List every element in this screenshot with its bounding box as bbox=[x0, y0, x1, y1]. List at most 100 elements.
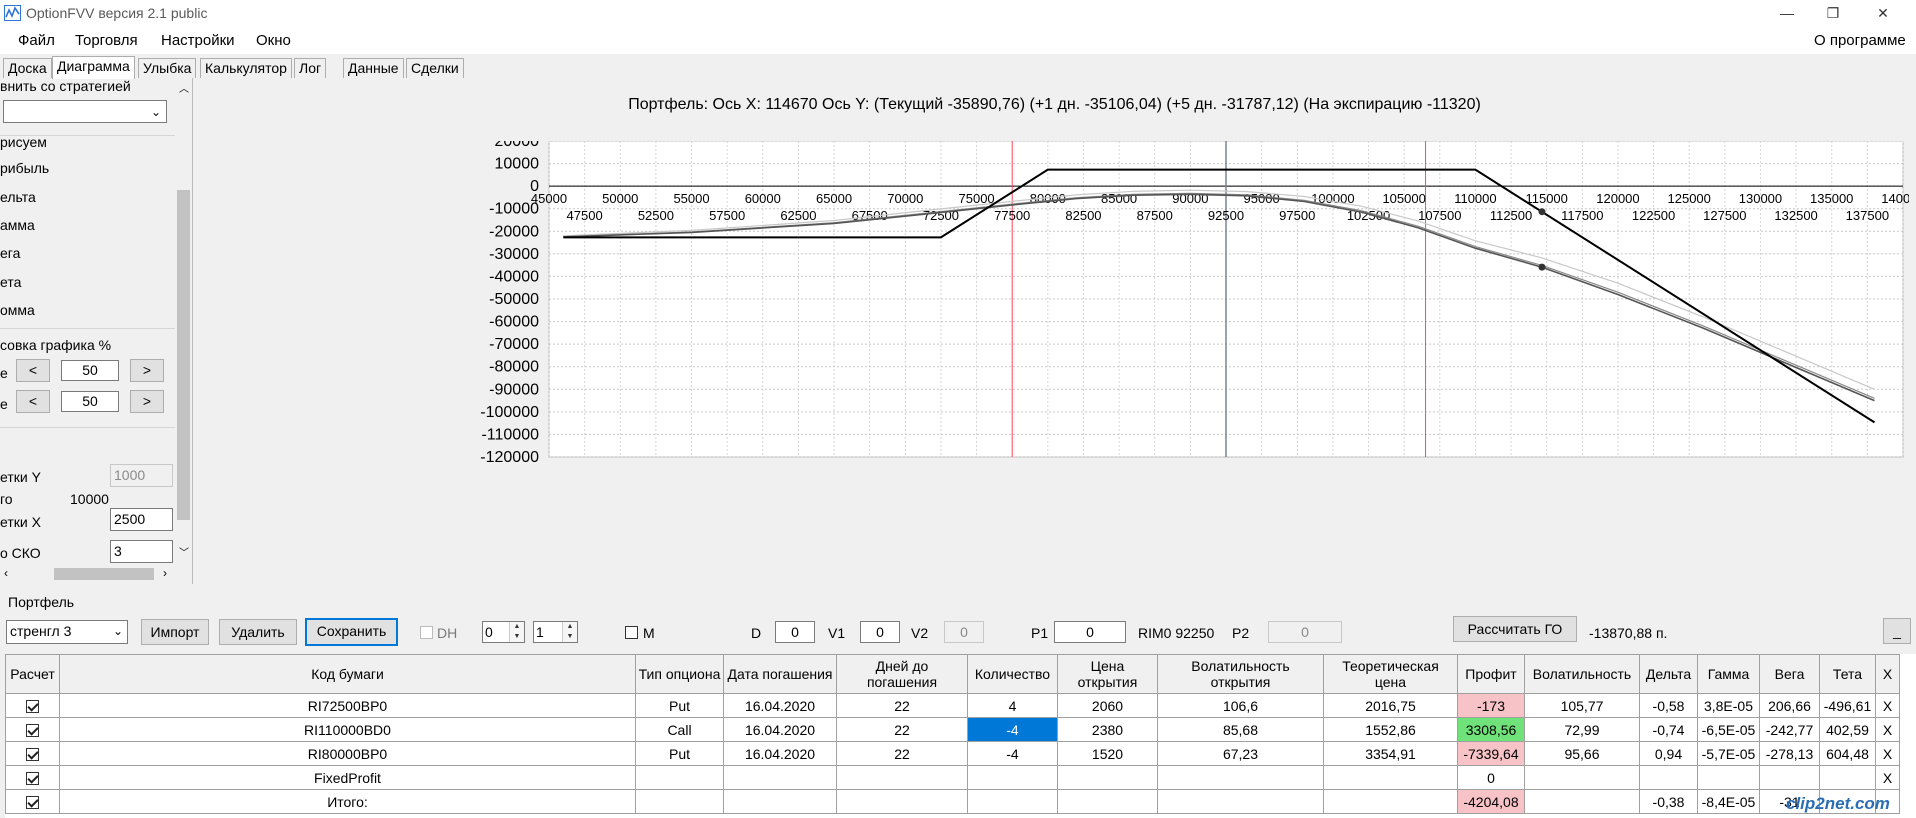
close-button[interactable]: ✕ bbox=[1860, 0, 1906, 27]
delta-cell[interactable]: 0,94 bbox=[1639, 741, 1698, 766]
vol-cell[interactable] bbox=[1524, 789, 1640, 814]
calculate-go-button[interactable]: Рассчитать ГО bbox=[1453, 616, 1577, 642]
remove-row-button[interactable]: X bbox=[1875, 693, 1900, 718]
tab-smile[interactable]: Улыбка bbox=[138, 58, 197, 78]
spin1-input[interactable]: 0 ▲ ▼ bbox=[482, 621, 525, 643]
calc-checkbox[interactable] bbox=[26, 724, 39, 738]
col-header-price[interactable]: Цена открытия bbox=[1057, 654, 1158, 694]
vol-open-cell[interactable]: 106,6 bbox=[1157, 693, 1324, 718]
theor-cell[interactable]: 1552,86 bbox=[1323, 717, 1458, 742]
col-header-qty[interactable]: Количество bbox=[967, 654, 1058, 694]
col-header-vol-open[interactable]: Волатильность открытия bbox=[1157, 654, 1324, 694]
scale-y-decrease-button[interactable]: < bbox=[16, 390, 50, 413]
delta-cell[interactable]: -0,58 bbox=[1639, 693, 1698, 718]
col-header-type[interactable]: Тип опциона bbox=[635, 654, 724, 694]
theor-cell[interactable]: 3354,91 bbox=[1323, 741, 1458, 766]
vol-cell[interactable]: 72,99 bbox=[1524, 717, 1640, 742]
scale-y-increase-button[interactable]: > bbox=[130, 390, 164, 413]
draw-vega[interactable]: ега bbox=[0, 245, 20, 261]
dh-checkbox[interactable] bbox=[420, 626, 433, 639]
qty-cell[interactable]: 4 bbox=[967, 693, 1058, 718]
col-header-theor[interactable]: Теоретическая цена bbox=[1323, 654, 1458, 694]
col-header-delta[interactable]: Дельта bbox=[1639, 654, 1698, 694]
scroll-up-icon[interactable]: ︿ bbox=[179, 80, 189, 95]
left-panel-horizontal-scrollbar[interactable]: ‹ › bbox=[0, 565, 192, 583]
code-cell[interactable]: RI72500BP0 bbox=[59, 693, 636, 718]
profit-cell[interactable]: -7339,64 bbox=[1457, 741, 1525, 766]
col-header-vol[interactable]: Волатильность bbox=[1524, 654, 1640, 694]
vol-open-cell[interactable] bbox=[1157, 765, 1324, 790]
profit-cell[interactable]: -173 bbox=[1457, 693, 1525, 718]
qty-cell[interactable] bbox=[967, 765, 1058, 790]
delta-cell[interactable]: -0,38 bbox=[1639, 789, 1698, 814]
theta-cell[interactable] bbox=[1819, 765, 1876, 790]
calc-cell[interactable] bbox=[5, 693, 60, 718]
calc-checkbox[interactable] bbox=[26, 772, 39, 786]
payoff-chart[interactable]: 20000100000-10000-20000-30000-40000-5000… bbox=[359, 141, 1909, 571]
m-checkbox[interactable] bbox=[625, 626, 638, 639]
col-header-theta[interactable]: Тета bbox=[1819, 654, 1876, 694]
profit-cell[interactable]: -4204,08 bbox=[1457, 789, 1525, 814]
spin2-input[interactable]: 1 ▲ ▼ bbox=[533, 621, 578, 643]
import-button[interactable]: Импорт bbox=[141, 619, 209, 645]
v1-input[interactable]: 0 bbox=[860, 621, 900, 643]
scroll-thumb[interactable] bbox=[54, 568, 154, 580]
days-cell[interactable]: 22 bbox=[836, 693, 968, 718]
grid-x-input[interactable]: 2500 bbox=[110, 508, 173, 531]
d-input[interactable]: 0 bbox=[775, 621, 815, 643]
vol-open-cell[interactable] bbox=[1157, 789, 1324, 814]
col-header-gamma[interactable]: Гамма bbox=[1697, 654, 1760, 694]
table-row[interactable]: RI72500BP0 Put 16.04.2020 22 4 2060 106,… bbox=[5, 693, 1900, 718]
col-header-calc[interactable]: Расчет bbox=[5, 654, 60, 694]
price-cell[interactable] bbox=[1057, 789, 1158, 814]
vega-cell[interactable]: -278,13 bbox=[1759, 741, 1820, 766]
menu-trading[interactable]: Торговля bbox=[75, 32, 138, 49]
left-panel-vertical-scrollbar[interactable]: ︿ ﹀ bbox=[175, 78, 192, 568]
col-header-vega[interactable]: Вега bbox=[1759, 654, 1820, 694]
draw-profit[interactable]: рибыль bbox=[0, 160, 49, 176]
date-cell[interactable]: 16.04.2020 bbox=[723, 741, 837, 766]
date-cell[interactable] bbox=[723, 765, 837, 790]
calc-cell[interactable] bbox=[5, 741, 60, 766]
draw-gamma[interactable]: амма bbox=[0, 217, 35, 233]
scroll-right-icon[interactable]: › bbox=[163, 566, 167, 580]
tab-log[interactable]: Лог bbox=[294, 58, 327, 78]
vol-open-cell[interactable]: 85,68 bbox=[1157, 717, 1324, 742]
table-row[interactable]: FixedProfit 0 X bbox=[5, 765, 1900, 790]
theor-cell[interactable] bbox=[1323, 765, 1458, 790]
price-cell[interactable]: 2060 bbox=[1057, 693, 1158, 718]
menu-file[interactable]: Файл bbox=[18, 32, 55, 49]
vega-cell[interactable]: 206,66 bbox=[1759, 693, 1820, 718]
tab-calculator[interactable]: Калькулятор bbox=[200, 58, 292, 78]
gamma-cell[interactable]: -8,4E-05 bbox=[1697, 789, 1760, 814]
remove-row-button[interactable]: X bbox=[1875, 741, 1900, 766]
type-cell[interactable] bbox=[635, 765, 724, 790]
scale-x-decrease-button[interactable]: < bbox=[16, 359, 50, 382]
spin-arrows-icon[interactable]: ▲ ▼ bbox=[562, 622, 577, 642]
col-header-date[interactable]: Дата погашения bbox=[723, 654, 837, 694]
type-cell[interactable]: Put bbox=[635, 693, 724, 718]
type-cell[interactable] bbox=[635, 789, 724, 814]
save-button[interactable]: Сохранить bbox=[305, 618, 398, 646]
qty-cell[interactable] bbox=[967, 789, 1058, 814]
calc-checkbox[interactable] bbox=[26, 748, 39, 762]
sko-input[interactable]: 3 bbox=[110, 540, 173, 563]
price-cell[interactable]: 2380 bbox=[1057, 717, 1158, 742]
table-row[interactable]: RI80000BP0 Put 16.04.2020 22 -4 1520 67,… bbox=[5, 741, 1900, 766]
calc-cell[interactable] bbox=[5, 765, 60, 790]
code-cell[interactable]: RI80000BP0 bbox=[59, 741, 636, 766]
scroll-thumb[interactable] bbox=[177, 190, 190, 520]
delta-cell[interactable] bbox=[1639, 765, 1698, 790]
draw-theta[interactable]: ета bbox=[0, 274, 21, 290]
gamma-cell[interactable] bbox=[1697, 765, 1760, 790]
spin-arrows-icon[interactable]: ▲ ▼ bbox=[509, 622, 524, 642]
theta-cell[interactable]: -496,61 bbox=[1819, 693, 1876, 718]
menu-window[interactable]: Окно bbox=[256, 32, 291, 49]
date-cell[interactable] bbox=[723, 789, 837, 814]
remove-row-button[interactable]: X bbox=[1875, 717, 1900, 742]
delete-button[interactable]: Удалить bbox=[219, 619, 297, 645]
calc-checkbox[interactable] bbox=[26, 700, 39, 714]
grid-y-input[interactable]: 1000 bbox=[110, 464, 173, 487]
delta-cell[interactable]: -0,74 bbox=[1639, 717, 1698, 742]
days-cell[interactable] bbox=[836, 789, 968, 814]
